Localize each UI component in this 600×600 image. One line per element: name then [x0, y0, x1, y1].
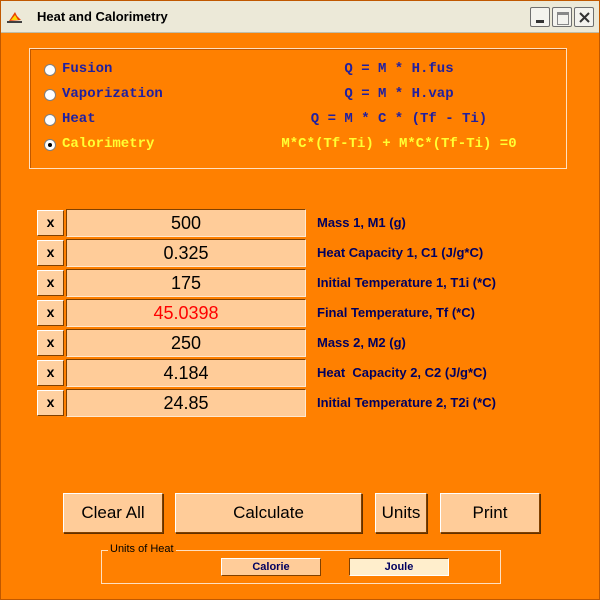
- field-row-initial-temperature-1: x 175 Initial Temperature 1, T1i (*C): [37, 269, 577, 297]
- clear-mass-1-button[interactable]: x: [37, 210, 64, 236]
- close-button[interactable]: [574, 7, 594, 27]
- calorimetry-formula: M*C*(Tf-Ti) + M*C*(Tf-Ti) =0: [281, 136, 517, 152]
- units-of-heat-legend: Units of Heat: [108, 543, 176, 555]
- initial-temperature-1-label: Initial Temperature 1, T1i (*C): [317, 275, 496, 290]
- calorimetry-radio[interactable]: [44, 139, 56, 151]
- mass-2-label: Mass 2, M2 (g): [317, 335, 406, 350]
- app-window: Heat and Calorimetry Fusion Q = M * H.fu…: [0, 0, 600, 600]
- final-temperature-input[interactable]: 45.0398: [66, 299, 306, 327]
- formula-row-heat[interactable]: Heat Q = M * C * (Tf - Ti): [44, 111, 559, 131]
- clear-heat-capacity-2-button[interactable]: x: [37, 360, 64, 386]
- clear-final-temperature-button[interactable]: x: [37, 300, 64, 326]
- heat-capacity-2-input[interactable]: 4.184: [66, 359, 306, 387]
- vaporization-label: Vaporization: [62, 86, 163, 102]
- field-row-mass-1: x 500 Mass 1, M1 (g): [37, 209, 577, 237]
- vaporization-formula: Q = M * H.vap: [344, 86, 454, 102]
- heat-radio[interactable]: [44, 114, 56, 126]
- formula-panel: Fusion Q = M * H.fus Vaporization Q = M …: [29, 48, 567, 169]
- vaporization-radio[interactable]: [44, 89, 56, 101]
- fusion-label: Fusion: [62, 61, 113, 77]
- field-row-mass-2: x 250 Mass 2, M2 (g): [37, 329, 577, 357]
- heat-capacity-2-label: Heat Capacity 2, C2 (J/g*C): [317, 365, 487, 380]
- print-button[interactable]: Print: [440, 493, 540, 533]
- field-row-heat-capacity-1: x 0.325 Heat Capacity 1, C1 (J/g*C): [37, 239, 577, 267]
- field-row-initial-temperature-2: x 24.85 Initial Temperature 2, T2i (*C): [37, 389, 577, 417]
- field-row-heat-capacity-2: x 4.184 Heat Capacity 2, C2 (J/g*C): [37, 359, 577, 387]
- heat-label: Heat: [62, 111, 96, 127]
- heat-formula: Q = M * C * (Tf - Ti): [310, 111, 488, 127]
- maximize-button[interactable]: [552, 7, 572, 27]
- mass-2-input[interactable]: 250: [66, 329, 306, 357]
- initial-temperature-2-label: Initial Temperature 2, T2i (*C): [317, 395, 496, 410]
- calorie-button[interactable]: Calorie: [221, 558, 321, 576]
- field-row-final-temperature: x 45.0398 Final Temperature, Tf (*C): [37, 299, 577, 327]
- flame-app-icon: [6, 8, 24, 24]
- formula-row-fusion[interactable]: Fusion Q = M * H.fus: [44, 61, 559, 81]
- title-bar[interactable]: Heat and Calorimetry: [1, 1, 599, 33]
- calorimetry-label: Calorimetry: [62, 136, 155, 152]
- heat-capacity-1-input[interactable]: 0.325: [66, 239, 306, 267]
- clear-heat-capacity-1-button[interactable]: x: [37, 240, 64, 266]
- clear-all-button[interactable]: Clear All: [63, 493, 163, 533]
- heat-capacity-1-label: Heat Capacity 1, C1 (J/g*C): [317, 245, 484, 260]
- clear-mass-2-button[interactable]: x: [37, 330, 64, 356]
- formula-row-calorimetry[interactable]: Calorimetry M*C*(Tf-Ti) + M*C*(Tf-Ti) =0: [44, 136, 559, 156]
- units-of-heat-group: Units of Heat Calorie Joule: [101, 543, 501, 584]
- initial-temperature-1-input[interactable]: 175: [66, 269, 306, 297]
- clear-initial-temperature-1-button[interactable]: x: [37, 270, 64, 296]
- joule-button[interactable]: Joule: [349, 558, 449, 576]
- units-button[interactable]: Units: [375, 493, 427, 533]
- fusion-radio[interactable]: [44, 64, 56, 76]
- final-temperature-label: Final Temperature, Tf (*C): [317, 305, 475, 320]
- formula-row-vaporization[interactable]: Vaporization Q = M * H.vap: [44, 86, 559, 106]
- calculate-button[interactable]: Calculate: [175, 493, 362, 533]
- mass-1-label: Mass 1, M1 (g): [317, 215, 406, 230]
- fusion-formula: Q = M * H.fus: [344, 61, 454, 77]
- clear-initial-temperature-2-button[interactable]: x: [37, 390, 64, 416]
- minimize-button[interactable]: [530, 7, 550, 27]
- mass-1-input[interactable]: 500: [66, 209, 306, 237]
- close-icon: [579, 12, 590, 23]
- window-title: Heat and Calorimetry: [37, 9, 168, 24]
- initial-temperature-2-input[interactable]: 24.85: [66, 389, 306, 417]
